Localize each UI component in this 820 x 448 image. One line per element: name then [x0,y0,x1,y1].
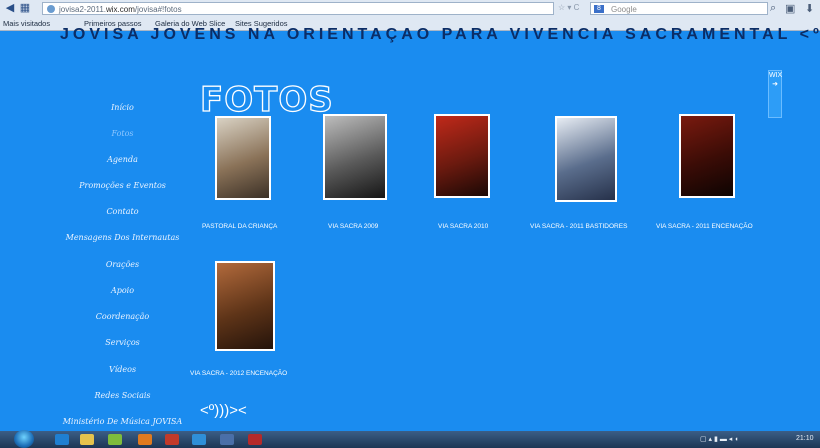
sidebar-item-coordenacao[interactable]: Coordenação [60,312,185,321]
sidebar-item-oracoes[interactable]: Orações [60,260,185,269]
bookmark-star-icon[interactable]: ☆ ▾ C [558,3,579,12]
download-icon[interactable]: ⬇ [805,2,814,15]
fish-emoticon: <º)))>< [200,402,247,419]
search-placeholder: Google [611,5,637,14]
album-thumbnail-3[interactable] [434,114,490,198]
sidebar-item-fotos[interactable]: Fotos [60,129,185,138]
app-icon-pdf[interactable] [248,434,262,445]
url-prefix: jovisa2-2011. [59,5,106,14]
sidebar-item-ministerio-musica[interactable]: Ministério De Música JOVISA [60,417,185,426]
album-thumbnail-4[interactable] [555,116,617,202]
sidebar-item-servicos[interactable]: Serviços [60,338,185,347]
clock[interactable]: 21:10 [796,435,814,442]
firefox-icon[interactable] [138,434,152,445]
url-domain: wix.com [106,5,135,14]
sidebar-item-inicio[interactable]: Início [60,103,185,112]
album-label-2[interactable]: VIA SACRA 2009 [328,223,378,230]
sidebar-item-redes-sociais[interactable]: Redes Sociais [60,391,185,400]
album-label-3[interactable]: VIA SACRA 2010 [438,223,488,230]
sidebar-item-contato[interactable]: Contato [60,207,185,216]
folder-icon[interactable] [80,434,94,445]
site-identity-icon[interactable] [47,5,55,13]
menu-icon[interactable]: ▣ [785,2,795,15]
sidebar-item-videos[interactable]: Vídeos [60,365,185,374]
ie-icon[interactable] [55,434,69,445]
search-engine-icon[interactable]: 8 [594,5,604,13]
album-thumbnail-1[interactable] [215,116,271,200]
album-thumbnail-6[interactable] [215,261,275,351]
site-header: JOVISA JOVENS NA ORIENTAÇÃO PARA VIVÊNCI… [60,28,820,43]
media-player-icon[interactable] [108,434,122,445]
page-menu-icon[interactable]: ▦ [18,2,32,15]
wix-label: WIX [769,72,783,79]
browser-chrome: ◀ ▦ jovisa2-2011.wix.com/jovisa#!fotos ☆… [0,0,820,31]
app-icon-blue[interactable] [192,434,206,445]
album-label-6[interactable]: VIA SACRA - 2012 ENCENAÇÃO [190,370,287,377]
page-title-text: FOTOS [200,80,334,116]
sidebar-item-agenda[interactable]: Agenda [60,155,185,164]
back-icon[interactable]: ◀ [3,2,17,15]
wix-side-widget[interactable]: WIX ➜ [768,70,782,118]
album-label-1[interactable]: PASTORAL DA CRIANÇA [202,223,277,230]
system-tray-icons[interactable]: ▢ ▴ ▮ ▬ ◂ ◖ [700,435,738,443]
search-input[interactable]: 8 Google [590,2,768,15]
address-bar[interactable]: jovisa2-2011.wix.com/jovisa#!fotos [42,2,554,15]
app-icon-window[interactable] [220,434,234,445]
windows-taskbar: ▢ ▴ ▮ ▬ ◂ ◖ 21:10 [0,430,820,448]
app-icon-red[interactable] [165,434,179,445]
sidebar-item-promocoes[interactable]: Promoções e Eventos [60,181,185,190]
navigation-toolbar: ◀ ▦ jovisa2-2011.wix.com/jovisa#!fotos ☆… [0,0,820,17]
album-thumbnail-2[interactable] [323,114,387,200]
magnifier-icon[interactable]: ⌕ [770,2,776,15]
album-thumbnail-5[interactable] [679,114,735,198]
album-label-4[interactable]: VIA SACRA - 2011 BASTIDORES [530,223,627,230]
start-button-icon[interactable] [14,430,34,448]
arrow-right-icon: ➜ [772,81,778,88]
bookmark-most-visited[interactable]: Mais visitados [3,18,50,30]
sidebar-item-apoio[interactable]: Apoio [60,286,185,295]
album-label-5[interactable]: VIA SACRA - 2011 ENCENAÇÃO [656,223,753,230]
url-path: /jovisa#!fotos [134,5,182,14]
sidebar-item-mensagens[interactable]: Mensagens Dos Internautas [60,233,185,242]
page-title: FOTOS [199,79,334,116]
